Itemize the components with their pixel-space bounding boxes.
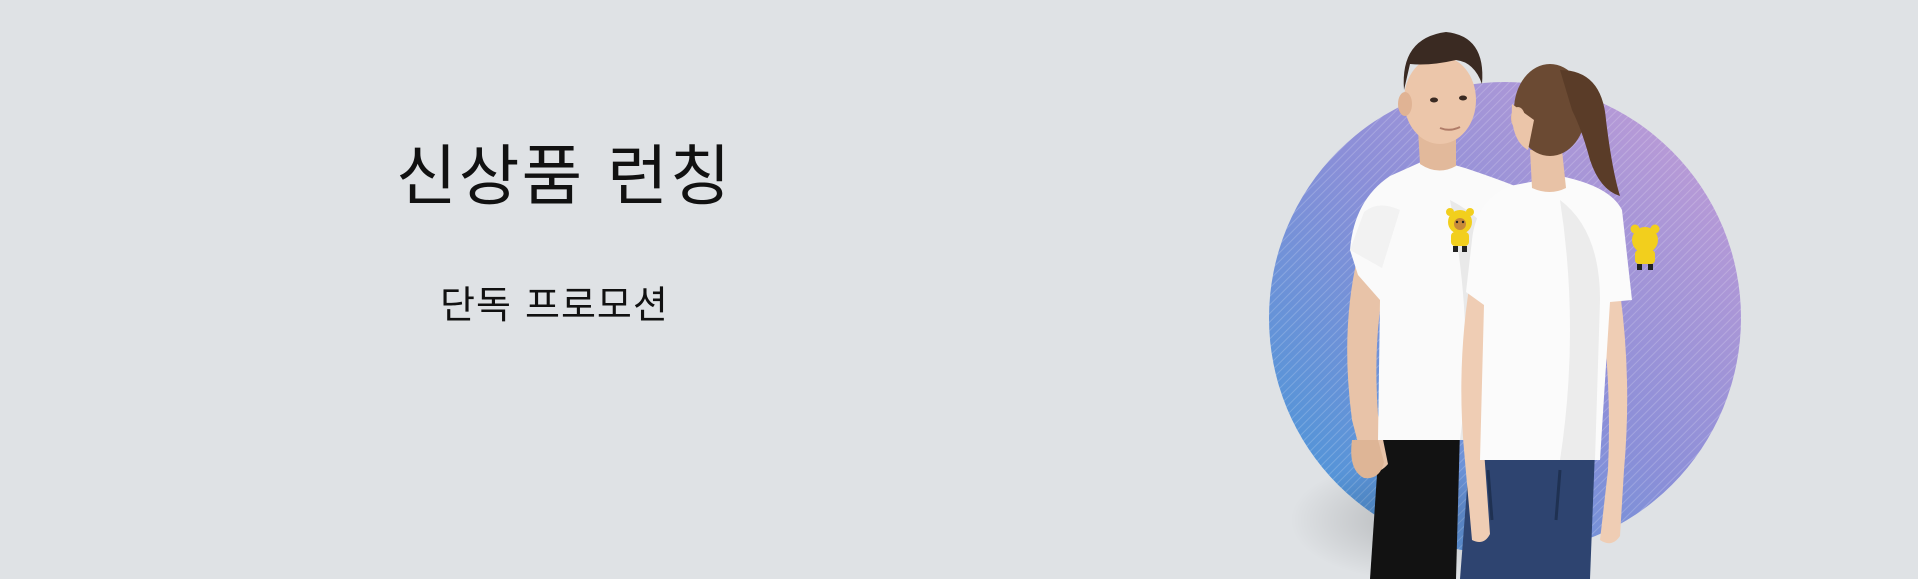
hero-illustration	[1269, 32, 1741, 579]
banner-subline: 단독 프로모션	[440, 283, 669, 327]
promo-banner[interactable]: 신상품 런칭 단독 프로모션	[0, 0, 1918, 579]
hero-image	[1260, 0, 1820, 579]
banner-headline: 신상품 런칭	[396, 138, 733, 215]
